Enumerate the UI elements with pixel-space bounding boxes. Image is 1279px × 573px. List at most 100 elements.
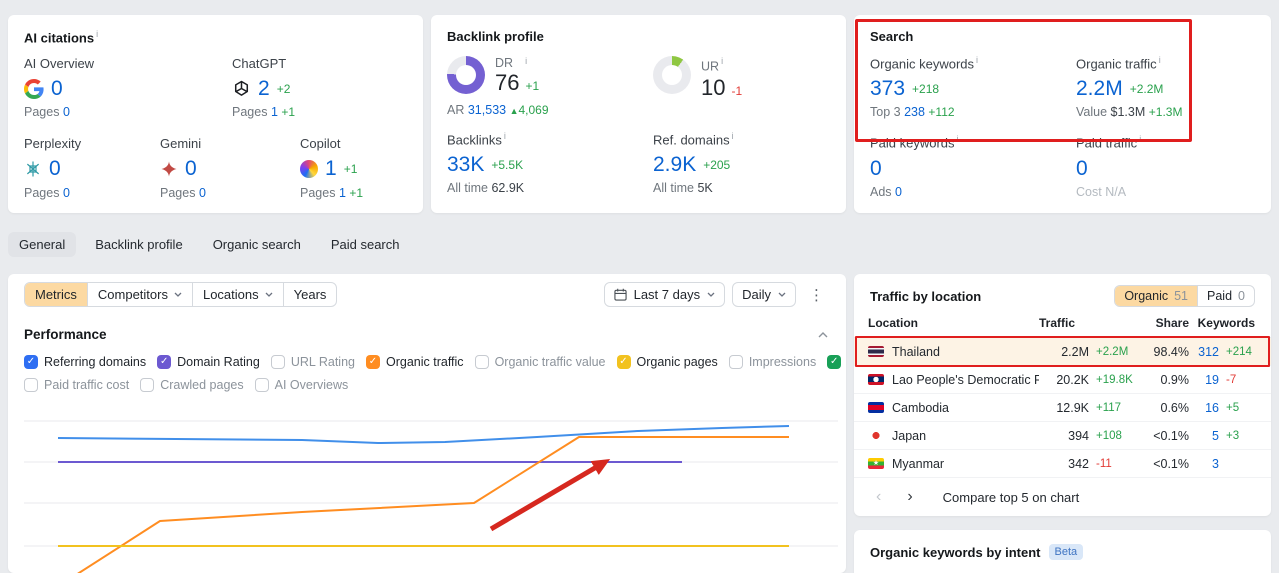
info-icon[interactable]: i bbox=[96, 29, 98, 39]
ur-change: -1 bbox=[731, 84, 743, 99]
info-icon[interactable]: i bbox=[504, 131, 506, 141]
info-icon[interactable]: i bbox=[957, 134, 959, 144]
toggle-paid[interactable]: Paid 0 bbox=[1197, 286, 1254, 306]
metric-label: Referring domains bbox=[44, 355, 147, 369]
organic-traffic-block: Organic traffic i 2.2M +2.2M Value $1.3M … bbox=[1076, 55, 1255, 119]
ai-citations-panel: AI citations i AI Overview 0 Pages 0 Chat… bbox=[8, 15, 423, 213]
performance-chart-area[interactable] bbox=[8, 395, 846, 573]
traffic-change: +19.8K bbox=[1096, 373, 1133, 386]
date-controls: Last 7 days Daily ⋮ bbox=[603, 282, 830, 307]
metric-label: Organic traffic value bbox=[494, 355, 606, 369]
tab-general[interactable]: General bbox=[8, 232, 77, 257]
info-icon[interactable]: i bbox=[1139, 134, 1141, 144]
metric-label: Crawled pages bbox=[160, 378, 244, 392]
keywords-count[interactable]: 5 bbox=[1189, 429, 1219, 443]
ai-overview-count[interactable]: 0 bbox=[51, 77, 63, 100]
table-row-laos: Lao People's Democratic Reput 20.2K +19.… bbox=[854, 366, 1271, 394]
paid-keywords-value[interactable]: 0 bbox=[870, 157, 882, 180]
info-icon[interactable]: i bbox=[1159, 55, 1161, 65]
metrics-button[interactable]: Metrics bbox=[25, 283, 87, 306]
cost-line: Cost N/A bbox=[1076, 184, 1127, 199]
traffic-value: 2.2M bbox=[1061, 344, 1089, 359]
locations-dropdown[interactable]: Locations bbox=[191, 283, 283, 306]
backlinks-label: Backlinks bbox=[447, 132, 502, 148]
metric-checkbox-url-rating[interactable]: ✓ URL Rating bbox=[270, 355, 355, 369]
location-name: Cambodia bbox=[892, 400, 949, 415]
checkbox-icon: ✓ bbox=[365, 355, 380, 369]
perplexity-count[interactable]: 0 bbox=[49, 157, 61, 180]
tab-organic-search[interactable]: Organic search bbox=[202, 232, 312, 257]
chatgpt-count[interactable]: 2 bbox=[258, 77, 270, 100]
overview-cards-row: AI citations i AI Overview 0 Pages 0 Chat… bbox=[8, 15, 1271, 213]
tab-paid-search[interactable]: Paid search bbox=[320, 232, 411, 257]
performance-chart[interactable] bbox=[8, 395, 846, 573]
metric-label: AI Overviews bbox=[274, 378, 349, 392]
copilot-pages: Pages 1 +1 bbox=[300, 185, 364, 200]
organic-paid-toggle: Organic 51 Paid 0 bbox=[1114, 285, 1255, 307]
chart-config-group: Metrics Competitors Locations Years bbox=[24, 282, 338, 307]
prev-page-button[interactable]: ‹ bbox=[870, 489, 887, 505]
compare-top5-label[interactable]: Compare top 5 on chart bbox=[943, 490, 1080, 505]
metric-checkbox-organic-traffic[interactable]: ✓ Organic traffic bbox=[365, 355, 464, 369]
ai-item-perplexity: Perplexity 0 Pages 0 bbox=[24, 136, 160, 199]
next-page-button[interactable]: › bbox=[901, 489, 918, 505]
annotation-arrow bbox=[489, 458, 611, 532]
gemini-count[interactable]: 0 bbox=[185, 157, 197, 180]
table-row-japan: Japan 394 +108 <0.1% 5 +3 bbox=[854, 422, 1271, 450]
metric-checkbox-paid-traffic[interactable]: ✓Paid traffic bbox=[827, 355, 846, 369]
date-range-dropdown[interactable]: Last 7 days bbox=[603, 282, 726, 307]
checkbox-icon: ✓ bbox=[24, 378, 38, 392]
organic-keywords-value[interactable]: 373 bbox=[870, 77, 905, 100]
keywords-count[interactable]: 16 bbox=[1189, 401, 1219, 415]
metric-checkbox-paid-traffic-cost[interactable]: ✓ Paid traffic cost bbox=[24, 378, 129, 392]
keywords-count[interactable]: 19 bbox=[1189, 373, 1219, 387]
metric-checkbox-impressions[interactable]: ✓ Impressions bbox=[728, 355, 816, 369]
info-icon[interactable]: i bbox=[976, 55, 978, 65]
years-button[interactable]: Years bbox=[282, 283, 337, 306]
ai-citations-title: AI citations i bbox=[24, 29, 99, 46]
traffic-change: -11 bbox=[1096, 457, 1112, 470]
organic-traffic-value[interactable]: 2.2M bbox=[1076, 77, 1123, 100]
gemini-icon bbox=[161, 161, 177, 177]
competitors-dropdown[interactable]: Competitors bbox=[86, 283, 192, 306]
traffic-change: +117 bbox=[1096, 401, 1122, 414]
laos-flag-icon bbox=[868, 374, 884, 385]
info-icon[interactable]: i bbox=[721, 56, 723, 66]
backlink-profile-panel: Backlink profile DR i 76 +1 AR 31,533 ▲4,… bbox=[431, 15, 846, 213]
keywords-count[interactable]: 3 bbox=[1189, 457, 1219, 471]
metric-checkbox-domain-rating[interactable]: ✓ Domain Rating bbox=[157, 355, 260, 369]
keywords-count[interactable]: 312 bbox=[1189, 345, 1219, 359]
collapse-section-button[interactable] bbox=[816, 323, 830, 345]
share-value: 0.6% bbox=[1160, 400, 1190, 415]
metric-label: Organic pages bbox=[636, 355, 718, 369]
backlinks-value[interactable]: 33K bbox=[447, 153, 484, 176]
paid-traffic-value[interactable]: 0 bbox=[1076, 157, 1088, 180]
toggle-organic[interactable]: Organic 51 bbox=[1115, 286, 1198, 306]
metric-checkbox-organic-traffic-value[interactable]: ✓ Organic traffic value bbox=[474, 355, 606, 369]
info-icon[interactable]: i bbox=[525, 56, 527, 70]
backlinks-alltime: All time 62.9K bbox=[447, 181, 525, 196]
info-icon[interactable]: i bbox=[732, 131, 734, 141]
metric-checkbox-organic-pages[interactable]: ✓ Organic pages bbox=[616, 355, 718, 369]
keywords-change: +3 bbox=[1226, 429, 1240, 442]
ur-block: UR i 10 -1 bbox=[653, 56, 830, 117]
metric-checkbox-ai-overviews[interactable]: ✓ AI Overviews bbox=[254, 378, 349, 392]
granularity-dropdown[interactable]: Daily bbox=[732, 282, 796, 307]
metric-checkbox-crawled-pages[interactable]: ✓ Crawled pages bbox=[140, 378, 244, 392]
performance-header: Performance bbox=[8, 307, 846, 345]
metric-checkbox-referring-domains[interactable]: ✓ Referring domains bbox=[24, 355, 146, 369]
search-title: Search bbox=[870, 29, 914, 44]
copilot-count[interactable]: 1 bbox=[325, 157, 337, 180]
search-panel: Search Organic keywords i 373 +218 Top 3 … bbox=[854, 15, 1271, 213]
traffic-change: +108 bbox=[1096, 429, 1122, 442]
perplexity-pages: Pages 0 bbox=[24, 185, 70, 200]
chatgpt-change: +2 bbox=[276, 81, 291, 96]
ai-citations-row-1: AI Overview 0 Pages 0 ChatGPT 2 +2 Pages… bbox=[24, 56, 407, 119]
chart-toolbar: Metrics Competitors Locations Years Last… bbox=[8, 274, 846, 307]
search-row-1: Organic keywords i 373 +218 Top 3 238 +11… bbox=[870, 55, 1255, 119]
table-row-thailand: Thailand 2.2M +2.2M 98.4% 312 +214 bbox=[854, 336, 1271, 367]
ref-domains-value[interactable]: 2.9K bbox=[653, 153, 696, 176]
tab-backlink-profile[interactable]: Backlink profile bbox=[84, 232, 193, 257]
kebab-menu-icon[interactable]: ⋮ bbox=[803, 284, 830, 306]
gemini-pages: Pages 0 bbox=[160, 185, 206, 200]
